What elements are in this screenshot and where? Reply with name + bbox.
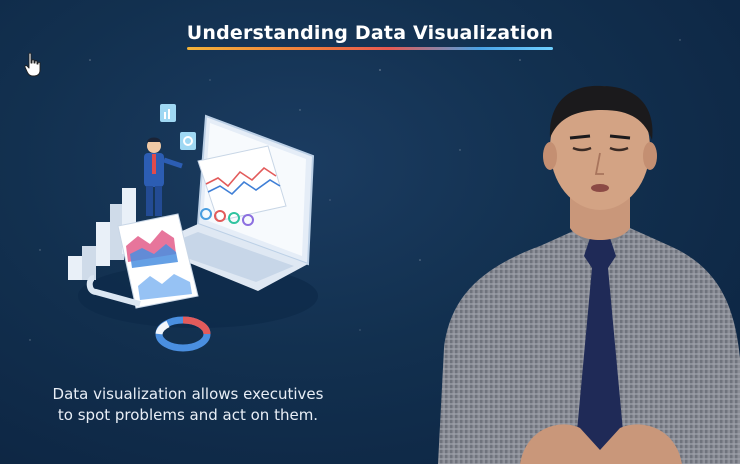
presenter-video [438, 85, 740, 464]
video-title: Understanding Data Visualization [186, 22, 554, 50]
caption: Data visualization allows executives to … [28, 384, 348, 426]
video-frame[interactable]: Understanding Data Visualization Data vi… [0, 0, 740, 464]
hand-pointer-icon [24, 52, 41, 77]
title-underline [186, 47, 554, 50]
caption-line-1: Data visualization allows executives [52, 385, 324, 403]
video-title-text: Understanding Data Visualization [186, 22, 554, 44]
businessman-figure [144, 137, 183, 216]
caption-line-2: to spot problems and act on them. [57, 406, 319, 424]
gear-card-icon [180, 132, 196, 150]
data-analytics-illustration [68, 104, 318, 352]
